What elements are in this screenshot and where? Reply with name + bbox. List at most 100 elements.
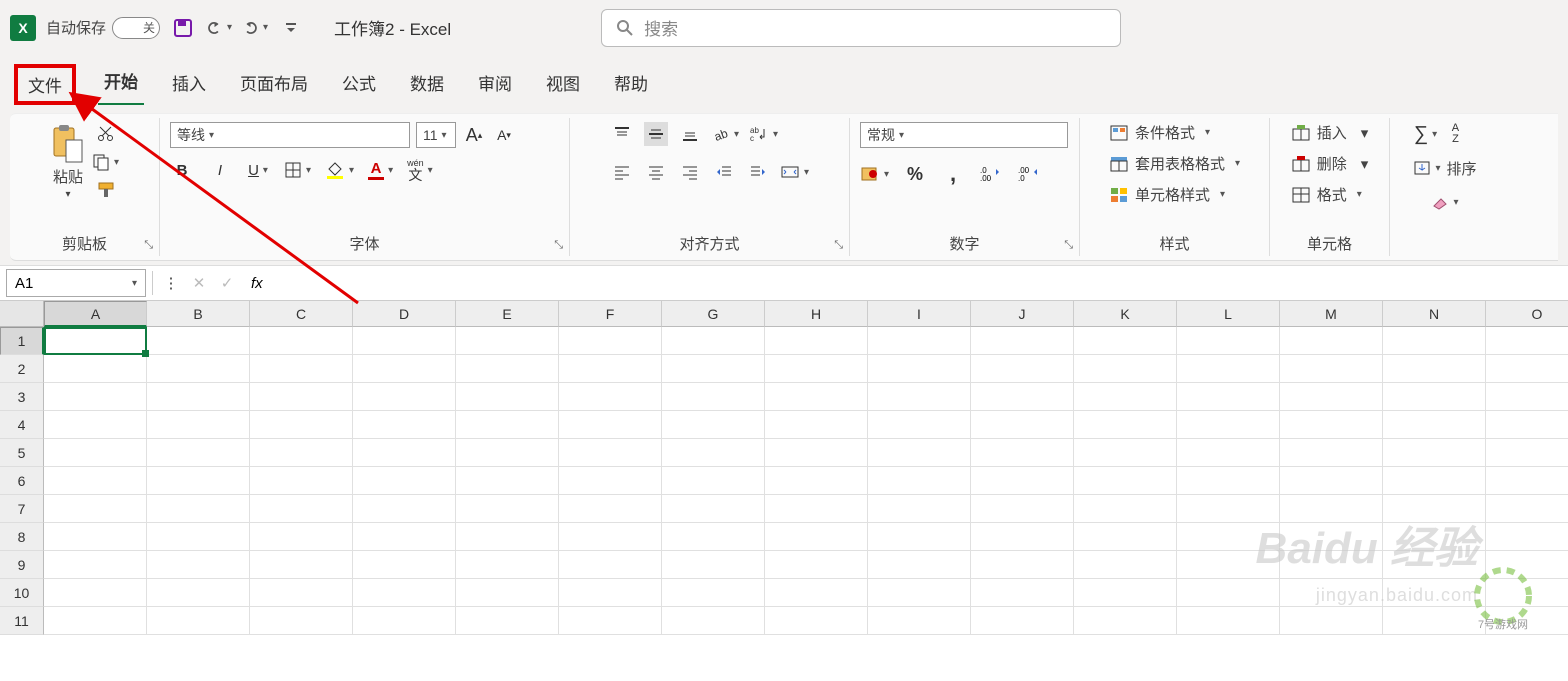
cell[interactable] [662,355,765,383]
cell[interactable] [250,383,353,411]
row-header[interactable]: 4 [0,411,44,439]
undo-button[interactable] [206,15,232,41]
cell[interactable] [147,355,250,383]
delete-cells-button[interactable]: 删除 ▾ [1291,153,1369,174]
cell[interactable] [456,551,559,579]
column-header[interactable]: O [1486,301,1568,327]
cell[interactable] [1074,439,1177,467]
cell[interactable] [353,439,456,467]
cell[interactable] [765,327,868,355]
cell[interactable] [353,523,456,551]
cell[interactable] [971,327,1074,355]
cell[interactable] [147,411,250,439]
cell[interactable] [456,579,559,607]
column-header[interactable]: D [353,301,456,327]
number-format-select[interactable]: 常规 [860,122,1068,148]
phonetic-button[interactable]: wén文 [407,158,433,182]
border-button[interactable] [284,158,311,182]
cell[interactable] [559,551,662,579]
formula-input[interactable] [269,269,1568,297]
cell[interactable] [250,355,353,383]
align-center-button[interactable] [644,160,668,184]
conditional-format-button[interactable]: 条件格式 [1109,122,1240,143]
fill-button[interactable] [1413,156,1440,180]
cell[interactable] [662,523,765,551]
cell[interactable] [559,579,662,607]
row-header[interactable]: 6 [0,467,44,495]
row-header[interactable]: 7 [0,495,44,523]
cell[interactable] [662,439,765,467]
cell[interactable] [662,467,765,495]
column-header[interactable]: J [971,301,1074,327]
cell[interactable] [44,495,147,523]
fill-color-button[interactable] [325,158,354,182]
column-header[interactable]: K [1074,301,1177,327]
cell[interactable] [147,607,250,635]
row-header[interactable]: 9 [0,551,44,579]
cell[interactable] [1486,551,1568,579]
cell[interactable] [353,327,456,355]
cell[interactable] [1074,355,1177,383]
cell[interactable] [1280,439,1383,467]
cell[interactable] [456,495,559,523]
select-all-corner[interactable] [0,301,44,327]
column-header[interactable]: M [1280,301,1383,327]
cell[interactable] [868,327,971,355]
paste-button[interactable]: 粘贴 ▾ [50,124,86,200]
cell[interactable] [868,551,971,579]
cell[interactable] [662,551,765,579]
cell[interactable] [559,495,662,523]
bold-button[interactable]: B [170,158,194,182]
row-header[interactable]: 10 [0,579,44,607]
column-header[interactable]: E [456,301,559,327]
column-header[interactable]: G [662,301,765,327]
cell[interactable] [662,579,765,607]
align-top-button[interactable] [610,122,634,146]
cell[interactable] [1177,607,1280,635]
cell[interactable] [1486,495,1568,523]
column-header[interactable]: A [44,301,147,327]
cell[interactable] [765,523,868,551]
cell[interactable] [559,467,662,495]
cell[interactable] [559,439,662,467]
cell[interactable] [1177,551,1280,579]
cell[interactable] [1177,579,1280,607]
cell[interactable] [765,411,868,439]
clear-button[interactable] [1413,190,1476,214]
cell[interactable] [868,383,971,411]
autosum-button[interactable]: ∑ [1413,122,1437,146]
cell[interactable] [353,551,456,579]
cell[interactable] [868,439,971,467]
cell[interactable] [1074,467,1177,495]
cell[interactable] [971,411,1074,439]
cell[interactable] [353,579,456,607]
cell[interactable] [1074,327,1177,355]
number-launcher-icon[interactable]: ⤡ [1064,239,1073,252]
cell[interactable] [147,495,250,523]
cell[interactable] [868,467,971,495]
tab-home[interactable]: 开始 [98,62,144,106]
tab-file[interactable]: 文件 [14,64,76,105]
cell[interactable] [868,523,971,551]
cell[interactable] [147,439,250,467]
cell[interactable] [971,551,1074,579]
save-button[interactable] [170,15,196,41]
cell[interactable] [353,355,456,383]
cell[interactable] [1177,439,1280,467]
cell[interactable] [456,467,559,495]
cell-styles-button[interactable]: 单元格样式 [1109,184,1240,205]
decrease-decimal-button[interactable]: .00.0 [1017,162,1041,186]
cell[interactable] [44,467,147,495]
format-painter-button[interactable] [92,178,119,202]
align-middle-button[interactable] [644,122,668,146]
decrease-font-button[interactable]: A▾ [492,123,516,147]
cell[interactable] [765,495,868,523]
italic-button[interactable]: I [208,158,232,182]
autosave-toggle-icon[interactable]: 关 [112,17,160,39]
redo-button[interactable] [242,15,268,41]
cell[interactable] [44,383,147,411]
cell[interactable] [353,467,456,495]
cell[interactable] [868,579,971,607]
cell[interactable] [1383,579,1486,607]
tab-formulas[interactable]: 公式 [336,64,382,105]
